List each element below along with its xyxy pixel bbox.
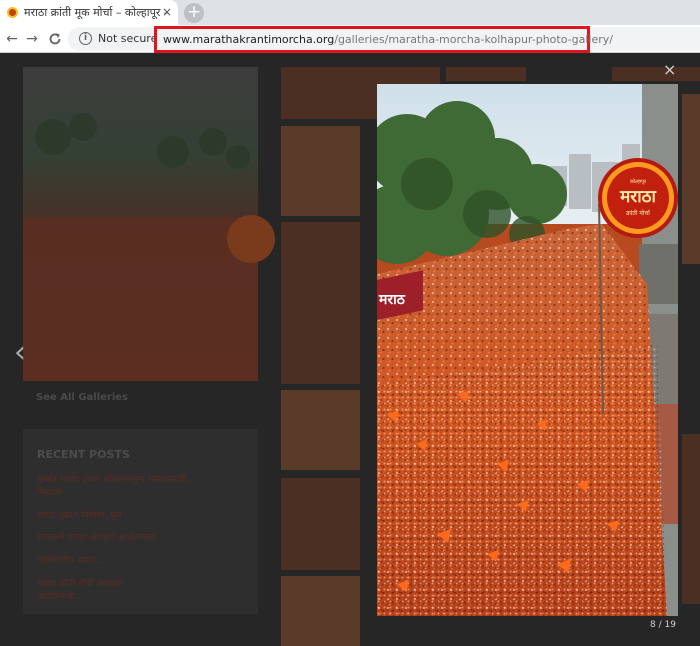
gallery-thumbnail[interactable]	[682, 434, 700, 604]
lightbox-close-icon[interactable]: ×	[663, 60, 676, 79]
gallery-thumbnail[interactable]	[281, 222, 360, 384]
security-label[interactable]: Not secure	[98, 32, 157, 45]
gallery-thumbnail[interactable]	[281, 478, 360, 570]
logo-small-text: कोल्हापूर	[630, 178, 647, 185]
reload-icon[interactable]	[45, 29, 65, 49]
logo-sub-text: क्रांती मोर्चा	[626, 209, 651, 217]
url-domain: www.marathakrantimorcha.org	[163, 33, 335, 46]
browser-tab[interactable]: मराठा क्रांती मूक मोर्चा – कोल्हापूर - M…	[0, 0, 178, 25]
page-content: See All Galleries RECENT POSTS मुंबईत मर…	[0, 54, 700, 646]
image-counter: 8 / 19	[650, 620, 676, 630]
back-icon[interactable]: ←	[2, 29, 22, 49]
left-banner-text: मराठ	[378, 292, 406, 308]
url-highlight-box: www.marathakrantimorcha.org/galleries/ma…	[154, 26, 613, 53]
gallery-thumbnail[interactable]	[446, 67, 526, 81]
maratha-logo-icon	[227, 215, 275, 263]
tab-title: मराठा क्रांती मूक मोर्चा – कोल्हापूर - M	[24, 6, 172, 19]
gallery-thumbnail[interactable]	[612, 67, 700, 81]
site-favicon-icon	[7, 7, 18, 18]
tab-strip: मराठा क्रांती मूक मोर्चा – कोल्हापूर - M…	[0, 0, 700, 25]
forward-icon[interactable]: →	[22, 29, 42, 49]
recent-post-link[interactable]: मुंबईत मराठा दुकान सोडलानाहुना समाजासाठी…	[37, 472, 195, 485]
featured-gallery-photo[interactable]	[23, 67, 275, 381]
previous-image-button[interactable]: ‹	[14, 338, 26, 368]
gallery-thumbnail[interactable]	[281, 576, 360, 646]
recent-post-link[interactable]: मराठा क्रांती मोर्चा आरक्षण	[37, 576, 123, 589]
lightbox-rally-photo[interactable]: मराठ मराठा क्रांती मोर्चा कोल्हापूर	[377, 84, 678, 616]
gallery-thumbnail[interactable]	[281, 126, 360, 216]
maratha-kranti-morcha-logo: मराठा क्रांती मोर्चा कोल्हापूर	[598, 158, 678, 238]
see-all-galleries-link[interactable]: See All Galleries	[36, 392, 128, 403]
url-path: /galleries/maratha-morcha-kolhapur-photo…	[334, 33, 613, 46]
url-text[interactable]: www.marathakrantimorcha.org/galleries/ma…	[163, 33, 613, 46]
info-icon[interactable]: i	[79, 32, 92, 45]
gallery-thumbnail[interactable]	[281, 390, 360, 470]
recent-post-link[interactable]: आंदोलनाचा...	[37, 589, 83, 602]
browser-toolbar: ← → i Not secure www.marathakrantimorcha…	[0, 25, 700, 53]
tab-close-icon[interactable]: ×	[162, 5, 172, 19]
recent-post-link[interactable]: मिळाला	[37, 485, 62, 498]
recent-posts-widget: RECENT POSTS मुंबईत मराठा दुकान सोडलानाह…	[23, 429, 258, 614]
recent-post-link[interactable]: मराठा दुकान मोर्चाचा, पुणे	[37, 508, 122, 521]
address-bar[interactable]: i Not secure www.marathakrantimorcha.org…	[68, 26, 700, 53]
recent-posts-heading: RECENT POSTS	[37, 448, 130, 461]
recent-post-link[interactable]: गडचिरोलीत मराठा...	[37, 553, 105, 566]
recent-post-link[interactable]: सरकारने मराठा आरक्षण आंदोलनाचा...	[37, 530, 164, 543]
gallery-thumbnail[interactable]	[682, 94, 700, 264]
logo-main-text: मराठा	[619, 187, 656, 207]
new-tab-button[interactable]: +	[184, 3, 204, 23]
